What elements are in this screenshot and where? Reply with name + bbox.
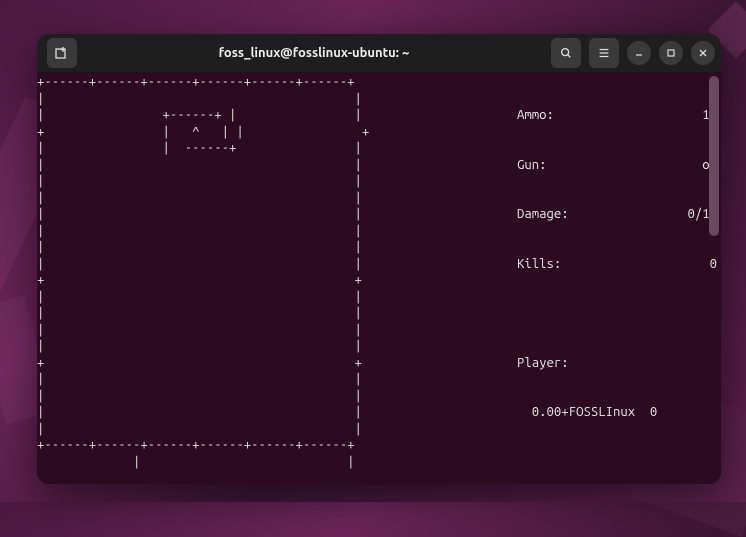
game-map: +------+------+------+------+------+----… — [37, 74, 369, 470]
terminal-body[interactable]: +------+------+------+------+------+----… — [37, 72, 721, 484]
minimize-button[interactable] — [627, 41, 651, 65]
maximize-icon — [666, 48, 676, 58]
stats-panel: Ammo: 15 Gun: ok Damage: 0/10 Kills: 0 P… — [517, 74, 717, 484]
window-title: foss_linux@fosslinux-ubuntu: ~ — [77, 46, 551, 60]
search-button[interactable] — [551, 38, 581, 68]
blank-line — [517, 305, 717, 322]
close-icon — [698, 48, 708, 58]
new-tab-button[interactable] — [47, 38, 77, 68]
stat-kills: Kills: 0 — [517, 256, 717, 273]
damage-label: Damage: — [517, 206, 569, 223]
scrollbar-thumb[interactable] — [709, 76, 719, 236]
close-button[interactable] — [691, 41, 715, 65]
menu-button[interactable] — [589, 38, 619, 68]
stat-damage: Damage: 0/10 — [517, 206, 717, 223]
kills-value: 0 — [561, 256, 717, 273]
ammo-label: Ammo: — [517, 107, 554, 124]
search-icon — [559, 46, 573, 60]
blank-line — [517, 454, 717, 471]
stat-gun: Gun: ok — [517, 157, 717, 174]
minimize-icon — [634, 48, 644, 58]
gun-value: ok — [547, 157, 717, 174]
kills-label: Kills: — [517, 256, 561, 273]
stat-ammo: Ammo: 15 — [517, 107, 717, 124]
player-line: 0.00+FOSSLInux 0 — [517, 404, 717, 421]
maximize-button[interactable] — [659, 41, 683, 65]
gun-label: Gun: — [517, 157, 547, 174]
ammo-value: 15 — [554, 107, 717, 124]
player-label: Player: — [517, 355, 717, 372]
terminal-window: foss_linux@fosslinux-ubuntu: ~ — [37, 34, 721, 484]
titlebar: foss_linux@fosslinux-ubuntu: ~ — [37, 34, 721, 72]
damage-value: 0/10 — [569, 206, 717, 223]
new-tab-icon — [54, 45, 70, 61]
hamburger-icon — [597, 46, 611, 60]
